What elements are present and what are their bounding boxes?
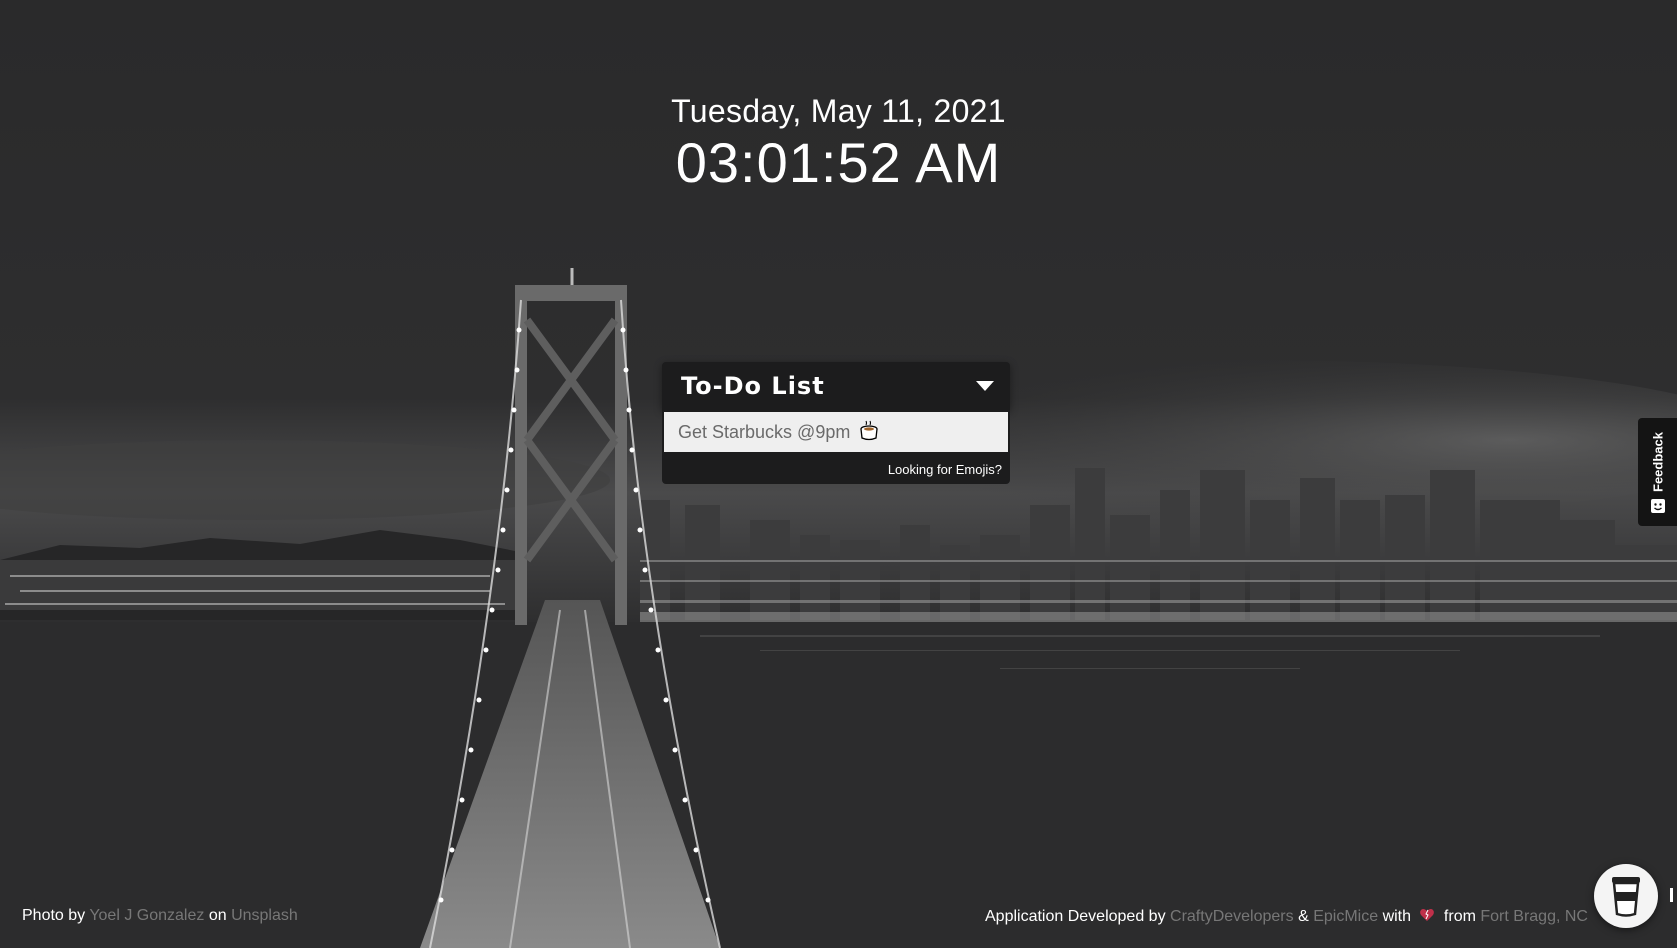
with-text: with [1382, 908, 1412, 925]
date-text: Tuesday, May 11, 2021 [671, 93, 1006, 129]
clock-text: 03:01:52 AM [675, 131, 1002, 194]
datetime-display: Tuesday, May 11, 2021 03:01:52 AM [0, 92, 1677, 196]
developer-credit: Application Developed by CraftyDeveloper… [985, 907, 1588, 926]
feedback-tab[interactable]: Feedback [1638, 418, 1677, 526]
emoji-help-link[interactable]: Looking for Emojis? [888, 462, 1002, 477]
epicmice-link[interactable]: EpicMice [1313, 908, 1378, 925]
craftydevelopers-link[interactable]: CraftyDevelopers [1170, 908, 1294, 925]
todo-widget: To-Do List Looking for Emojis? [662, 362, 1010, 484]
dev-prefix: Application Developed by [985, 908, 1166, 925]
photographer-link[interactable]: Yoel J Gonzalez [89, 907, 204, 924]
todo-input-wrap [662, 410, 1010, 454]
edge-marker [1670, 888, 1673, 902]
heart-icon [1420, 909, 1435, 921]
todo-title: To-Do List [681, 372, 825, 400]
from-text: from [1443, 908, 1476, 925]
unsplash-link[interactable]: Unsplash [231, 907, 298, 924]
photo-credit: Photo by Yoel J Gonzalez on Unsplash [22, 907, 298, 925]
todo-header: To-Do List [662, 362, 1010, 410]
coffee-cup-icon [1612, 877, 1640, 917]
feedback-label: Feedback [1650, 432, 1665, 492]
buy-coffee-button[interactable] [1594, 864, 1658, 928]
credit-middle: on [208, 907, 227, 924]
caret-down-icon[interactable] [974, 378, 996, 394]
location-link[interactable]: Fort Bragg, NC [1480, 908, 1588, 925]
todo-input[interactable] [662, 410, 1010, 454]
ampersand: & [1298, 908, 1309, 925]
credit-prefix: Photo by [22, 907, 86, 924]
todo-footer: Looking for Emojis? [662, 454, 1010, 484]
chat-icon [1651, 499, 1665, 513]
